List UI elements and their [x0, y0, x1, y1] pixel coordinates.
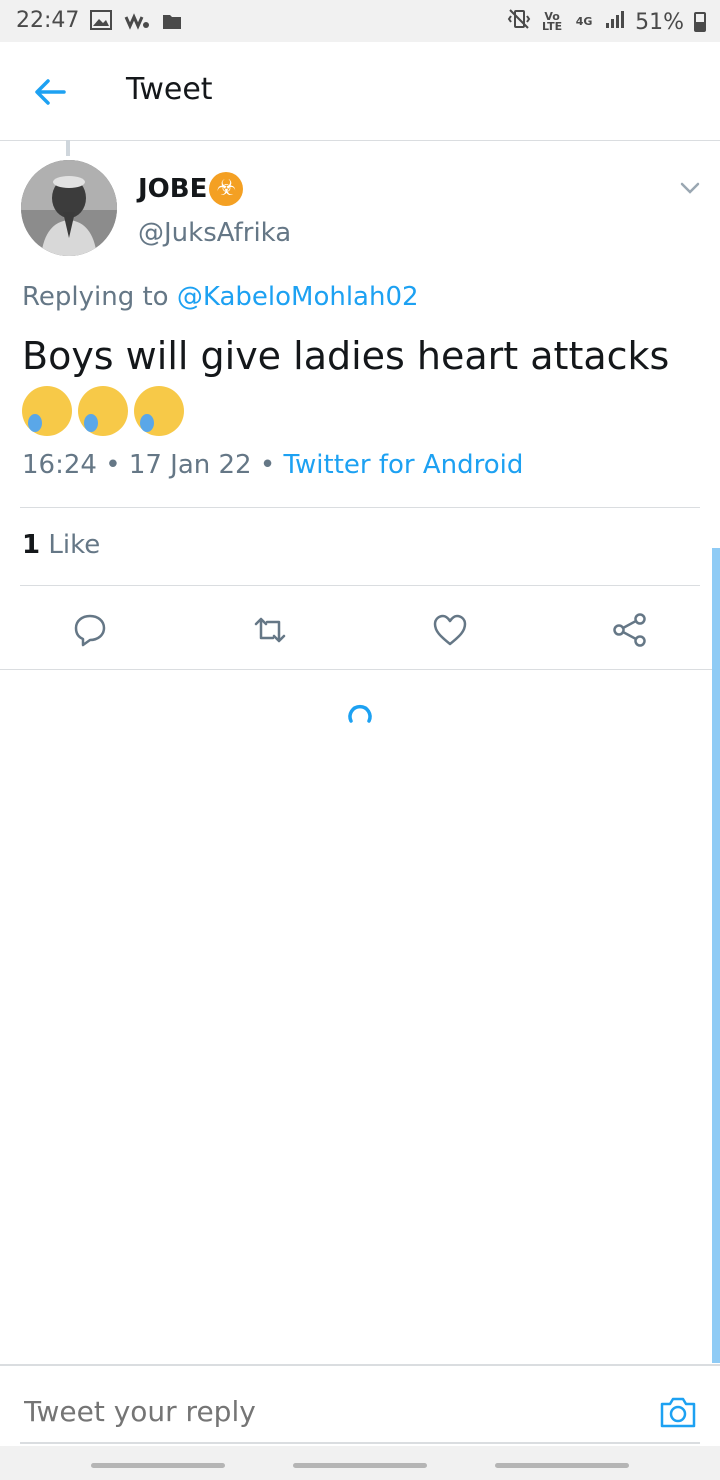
tweet-actions	[0, 600, 720, 660]
tweet-meta: 16:24 • 17 Jan 22 • Twitter for Android	[22, 450, 523, 480]
gallery-icon	[90, 10, 112, 36]
status-time: 22:47	[16, 8, 80, 33]
rolling-on-floor-laughing-icon	[22, 386, 72, 436]
divider	[20, 507, 700, 508]
user-handle[interactable]: @JuksAfrika	[138, 218, 291, 248]
reply-input[interactable]	[22, 1394, 586, 1429]
camera-button[interactable]	[658, 1392, 698, 1432]
rolling-on-floor-laughing-icon	[134, 386, 184, 436]
battery-percent: 51%	[635, 9, 684, 35]
like-label: Like	[48, 530, 101, 560]
like-button[interactable]	[430, 610, 470, 650]
loading-spinner-icon	[346, 703, 374, 731]
nav-back-button[interactable]	[495, 1463, 629, 1468]
nav-recent-button[interactable]	[91, 1463, 225, 1468]
like-icon	[433, 614, 467, 646]
reply-button[interactable]	[70, 610, 110, 650]
signal-icon	[605, 9, 625, 35]
meta-separator: •	[259, 450, 276, 480]
system-nav-bar	[0, 1446, 720, 1480]
retweet-icon	[254, 617, 286, 643]
tweet-date: 17 Jan 22	[128, 450, 252, 480]
share-button[interactable]	[610, 610, 650, 650]
tweet-time: 16:24	[22, 450, 97, 480]
retweet-button[interactable]	[250, 610, 290, 650]
nav-home-button[interactable]	[293, 1463, 427, 1468]
volte-indicator: Vo LTE	[541, 10, 563, 33]
share-icon	[613, 613, 646, 647]
network-type: 4G	[575, 15, 593, 28]
thread-connector	[66, 140, 70, 156]
display-name-text: JOBE	[138, 174, 208, 204]
replying-mention-link[interactable]: @KabeloMohlah02	[177, 282, 419, 312]
status-bar: 22:47 Vo LTE 4G 51%	[0, 0, 720, 42]
tweet-text: Boys will give ladies heart attacks	[22, 334, 670, 378]
page-title: Tweet	[126, 72, 213, 107]
display-name[interactable]: JOBE ☣	[138, 172, 244, 206]
vibrate-icon	[507, 8, 531, 36]
replying-to: Replying to @KabeloMohlah02	[22, 282, 419, 312]
reply-bar	[0, 1364, 720, 1448]
meta-separator: •	[105, 450, 121, 480]
camera-icon	[660, 1397, 696, 1428]
reply-icon	[74, 614, 106, 647]
arrow-left-icon	[35, 79, 66, 105]
tweet-emojis	[22, 386, 184, 436]
avatar[interactable]	[21, 160, 117, 256]
scrollbar[interactable]	[712, 548, 720, 1363]
reply-underline	[20, 1442, 700, 1444]
replying-label: Replying to	[22, 282, 169, 312]
divider	[20, 585, 700, 586]
tweet-source-link[interactable]: Twitter for Android	[283, 450, 523, 480]
walkman-icon	[124, 11, 150, 36]
back-button[interactable]	[30, 72, 70, 112]
divider	[0, 669, 720, 670]
like-count: 1	[22, 530, 41, 560]
folder-icon	[162, 11, 182, 36]
battery-icon	[694, 12, 706, 32]
top-bar: Tweet	[0, 42, 720, 141]
rolling-on-floor-laughing-icon	[78, 386, 128, 436]
chevron-down-icon[interactable]	[678, 176, 702, 200]
likes-summary[interactable]: 1 Like	[22, 530, 100, 560]
biohazard-icon: ☣	[209, 172, 244, 206]
